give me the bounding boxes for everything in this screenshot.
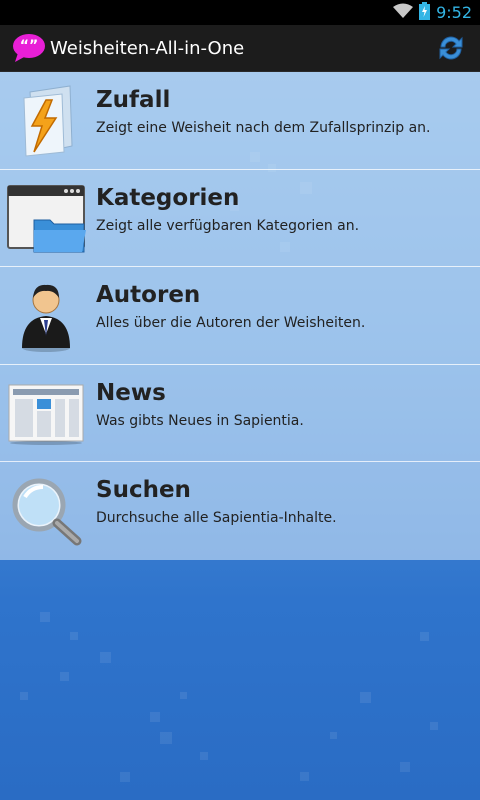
item-description: Was gibts Neues in Sapientia. <box>96 412 304 429</box>
item-description: Zeigt eine Weisheit nach dem Zufallsprin… <box>96 120 431 136</box>
wifi-icon <box>393 3 414 23</box>
item-description: Zeigt alle verfügbaren Kategorien an. <box>96 217 360 234</box>
svg-text:“”: “” <box>20 38 38 54</box>
item-description: Durchsuche alle Sapientia-Inhalte. <box>96 510 337 526</box>
menu-item-autoren[interactable]: Autoren Alles über die Autoren der Weish… <box>0 267 480 365</box>
menu-item-zufall[interactable]: Zufall Zeigt eine Weisheit nach dem Zufa… <box>0 72 480 170</box>
status-clock: 9:52 <box>436 3 472 22</box>
menu-item-kategorien[interactable]: Kategorien Zeigt alle verfügbaren Katego… <box>0 170 480 267</box>
action-bar: “” Weisheiten-All-in-One <box>0 25 480 72</box>
quote-bubble-icon[interactable]: “” <box>12 33 46 63</box>
battery-charging-icon <box>419 1 431 24</box>
main-menu: Zufall Zeigt eine Weisheit nach dem Zufa… <box>0 72 480 560</box>
businessman-icon <box>6 275 86 355</box>
item-description: Alles über die Autoren der Weisheiten. <box>96 315 366 331</box>
newspaper-icon <box>6 373 86 453</box>
menu-item-news[interactable]: News Was gibts Neues in Sapientia. <box>0 365 480 462</box>
item-title: Suchen <box>96 477 191 503</box>
refresh-icon[interactable] <box>434 31 468 65</box>
item-title: Kategorien <box>96 184 240 211</box>
window-folder-icon <box>6 178 86 258</box>
status-bar: 9:52 <box>0 0 480 25</box>
item-title: News <box>96 379 166 406</box>
item-title: Autoren <box>96 282 201 308</box>
app-title: Weisheiten-All-in-One <box>50 37 245 59</box>
lightning-folder-icon <box>6 80 86 160</box>
menu-item-suchen[interactable]: Suchen Durchsuche alle Sapientia-Inhalte… <box>0 462 480 560</box>
item-title: Zufall <box>96 87 171 113</box>
magnifier-icon <box>6 471 86 551</box>
